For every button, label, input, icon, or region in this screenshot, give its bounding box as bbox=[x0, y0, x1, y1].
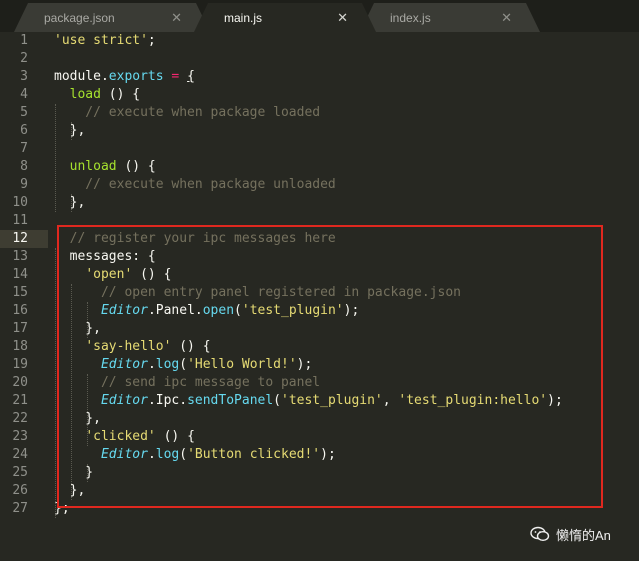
line-number: 20 bbox=[12, 375, 28, 390]
close-icon[interactable]: ✕ bbox=[337, 10, 348, 26]
line-number: 13 bbox=[12, 249, 28, 264]
watermark: 懒惰的An bbox=[530, 523, 611, 545]
line-number: 25 bbox=[12, 465, 28, 480]
code-line-5: // execute when package loaded bbox=[54, 105, 321, 120]
code-line-1: 'use strict'; bbox=[54, 33, 156, 48]
code-line-6: }, bbox=[54, 123, 86, 138]
highlight-annotation-box bbox=[57, 225, 603, 508]
line-number: 11 bbox=[12, 213, 28, 228]
line-number: 3 bbox=[20, 69, 28, 84]
line-number: 19 bbox=[12, 357, 28, 372]
line-number: 4 bbox=[20, 87, 28, 102]
tab-label: main.js bbox=[224, 11, 263, 25]
line-number: 17 bbox=[12, 321, 28, 336]
tab-label: package.json bbox=[44, 11, 115, 25]
line-number: 26 bbox=[12, 483, 28, 498]
line-number: 22 bbox=[12, 411, 28, 426]
code-line-3: module.exports = { bbox=[54, 69, 195, 84]
line-number: 10 bbox=[12, 195, 28, 210]
line-number: 16 bbox=[12, 303, 28, 318]
wechat-icon bbox=[530, 526, 550, 542]
line-number: 6 bbox=[20, 123, 28, 138]
tab-main-js[interactable]: main.js ✕ bbox=[194, 3, 376, 32]
tab-index-js[interactable]: index.js ✕ bbox=[360, 3, 540, 32]
code-line-9: // execute when package unloaded bbox=[54, 177, 336, 192]
line-number: 12 bbox=[12, 231, 28, 246]
tab-bar: package.json ✕ index.js ✕ main.js ✕ bbox=[0, 0, 639, 32]
line-number: 1 bbox=[20, 33, 28, 48]
line-number: 9 bbox=[20, 177, 28, 192]
line-number: 14 bbox=[12, 267, 28, 282]
line-number: 5 bbox=[20, 105, 28, 120]
line-number: 7 bbox=[20, 141, 28, 156]
line-number: 21 bbox=[12, 393, 28, 408]
line-number: 8 bbox=[20, 159, 28, 174]
code-line-10: }, bbox=[54, 195, 86, 210]
tab-label: index.js bbox=[390, 11, 431, 25]
line-number: 15 bbox=[12, 285, 28, 300]
code-line-4: load () { bbox=[69, 87, 141, 102]
line-number: 24 bbox=[12, 447, 28, 462]
line-number: 23 bbox=[12, 429, 28, 444]
close-icon[interactable]: ✕ bbox=[171, 10, 182, 26]
watermark-text: 懒惰的An bbox=[556, 527, 611, 543]
close-icon[interactable]: ✕ bbox=[501, 10, 512, 26]
line-number: 27 bbox=[12, 501, 28, 516]
line-number-gutter: 1 2 3 4 5 6 7 8 9 10 11 12 13 14 15 16 17 18 19 20 21 22 23 24 2… bbox=[0, 32, 48, 561]
line-number: 18 bbox=[12, 339, 28, 354]
code-line-8: unload () { bbox=[69, 159, 156, 174]
line-number: 2 bbox=[20, 51, 28, 66]
tab-package-json[interactable]: package.json ✕ bbox=[14, 3, 210, 32]
